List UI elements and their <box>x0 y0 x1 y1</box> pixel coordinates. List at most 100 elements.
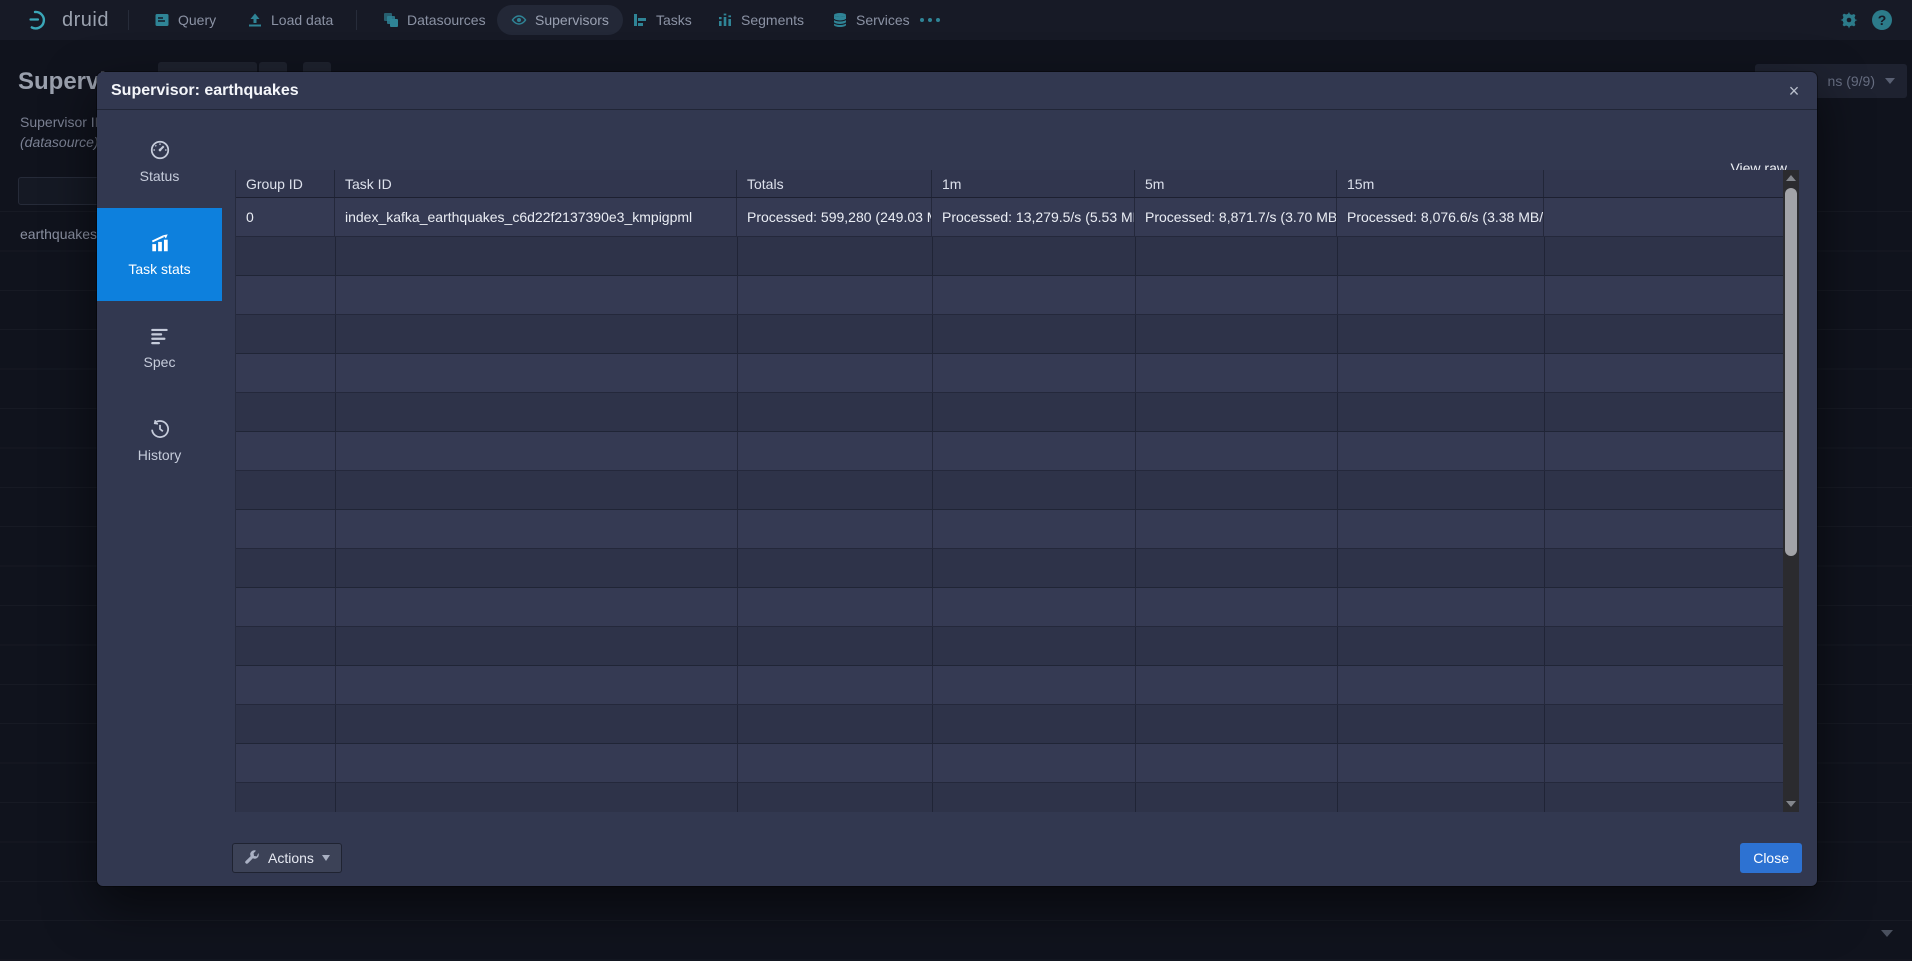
load-data-icon <box>247 12 263 28</box>
cell-totals: Processed: 599,280 (249.03 MB) <box>737 198 932 236</box>
query-icon <box>154 12 170 28</box>
background-button-fragment <box>259 62 287 72</box>
close-button[interactable]: Close <box>1740 843 1802 873</box>
nav-item-datasources[interactable]: Datasources <box>383 0 486 40</box>
nav-label: Tasks <box>656 12 692 28</box>
dialog-sidebar: Status Task stats Spec <box>97 110 222 886</box>
nav-label: Services <box>856 12 910 28</box>
brand-text: druid <box>62 9 109 32</box>
table-row <box>236 393 1784 432</box>
header-group-id[interactable]: Group ID <box>236 170 335 197</box>
scrollbar-thumb[interactable] <box>1785 188 1797 556</box>
table-row <box>236 276 1784 315</box>
background-caret-down-icon <box>1881 930 1893 937</box>
actions-button-label: Actions <box>268 850 314 866</box>
task-stats-chart-icon <box>149 232 171 254</box>
history-clock-icon <box>149 418 171 440</box>
header-15m[interactable]: 15m <box>1337 170 1544 197</box>
dialog-title: Supervisor: earthquakes <box>97 72 1817 110</box>
actions-button[interactable]: Actions <box>232 843 342 873</box>
nav-item-supervisors[interactable]: Supervisors <box>497 5 623 35</box>
table-row[interactable]: 0 index_kafka_earthquakes_c6d22f2137390e… <box>236 198 1784 237</box>
table-row <box>236 666 1784 705</box>
nav-label: Supervisors <box>535 12 609 28</box>
table-row <box>236 549 1784 588</box>
cell-5m: Processed: 8,871.7/s (3.70 MB/s) <box>1135 198 1337 236</box>
table-header-row: Group ID Task ID Totals 1m 5m 15m <box>236 170 1784 198</box>
tab-spec[interactable]: Spec <box>97 301 222 394</box>
table-row <box>236 705 1784 744</box>
chevron-down-icon <box>322 855 330 861</box>
more-icon <box>920 18 940 22</box>
table-row <box>236 744 1784 783</box>
druid-logo-icon <box>26 6 54 34</box>
settings-button[interactable] <box>1839 0 1859 40</box>
dialog-main: View raw Group ID Task ID Totals 1m 5m 1… <box>222 110 1817 886</box>
tab-status[interactable]: Status <box>97 115 222 208</box>
table-row <box>236 432 1784 471</box>
nav-divider <box>356 10 357 30</box>
supervisor-dialog: Supervisor: earthquakes × Status Task st… <box>97 72 1817 886</box>
close-icon[interactable]: × <box>1783 80 1805 102</box>
dialog-header: Supervisor: earthquakes × <box>97 72 1817 110</box>
header-task-id[interactable]: Task ID <box>335 170 737 197</box>
nav-item-tasks[interactable]: Tasks <box>632 0 692 40</box>
task-stats-table: Group ID Task ID Totals 1m 5m 15m 0 inde… <box>235 170 1799 812</box>
services-icon <box>832 12 848 28</box>
table-row <box>236 315 1784 354</box>
datasources-icon <box>383 12 399 28</box>
nav-item-services[interactable]: Services <box>832 0 910 40</box>
eye-icon <box>511 12 527 28</box>
table-row <box>236 783 1784 812</box>
status-gauge-icon <box>149 139 171 161</box>
druid-logo[interactable]: druid <box>26 0 109 40</box>
nav-divider <box>128 10 129 30</box>
nav-label: Query <box>178 12 216 28</box>
nav-item-segments[interactable]: Segments <box>717 0 804 40</box>
nav-label: Datasources <box>407 12 486 28</box>
tab-history[interactable]: History <box>97 394 222 487</box>
header-empty <box>1544 170 1784 197</box>
spec-align-left-icon <box>149 325 171 347</box>
cell-empty <box>1544 198 1784 236</box>
scrollbar-down-arrow[interactable] <box>1786 801 1796 807</box>
columns-dropdown-label: ns (9/9) <box>1828 73 1875 89</box>
tab-task-stats[interactable]: Task stats <box>97 208 222 301</box>
chevron-down-icon <box>1885 78 1895 84</box>
table-row <box>236 354 1784 393</box>
background-cell-datasource: earthquakes <box>20 226 97 242</box>
tab-label: Spec <box>144 354 176 370</box>
tab-label: Task stats <box>128 261 190 277</box>
header-totals[interactable]: Totals <box>737 170 932 197</box>
help-icon: ? <box>1872 10 1892 30</box>
segments-icon <box>717 12 733 28</box>
tab-label: History <box>138 447 182 463</box>
table-row <box>236 237 1784 276</box>
cell-group-id: 0 <box>236 198 335 236</box>
vertical-scrollbar[interactable] <box>1783 170 1799 812</box>
table-row <box>236 627 1784 666</box>
header-5m[interactable]: 5m <box>1135 170 1337 197</box>
top-nav: druid Query Load data Datasources Superv… <box>0 0 1912 40</box>
background-button-fragment <box>158 62 257 72</box>
background-button-fragment <box>303 62 331 72</box>
nav-label: Load data <box>271 12 333 28</box>
table-row <box>236 471 1784 510</box>
background-column-header: Supervisor ID <box>20 114 105 130</box>
tasks-icon <box>632 12 648 28</box>
cell-15m: Processed: 8,076.6/s (3.38 MB/s) <box>1337 198 1544 236</box>
cell-1m: Processed: 13,279.5/s (5.53 MB/s) <box>932 198 1135 236</box>
nav-more-button[interactable] <box>920 0 940 40</box>
wrench-icon <box>244 850 260 866</box>
table-row <box>236 588 1784 627</box>
header-1m[interactable]: 1m <box>932 170 1135 197</box>
nav-item-load-data[interactable]: Load data <box>247 0 333 40</box>
nav-item-query[interactable]: Query <box>154 0 216 40</box>
help-button[interactable]: ? <box>1872 0 1892 40</box>
nav-label: Segments <box>741 12 804 28</box>
table-row <box>236 510 1784 549</box>
background-column-subheader: (datasource) <box>20 134 99 150</box>
cell-task-id: index_kafka_earthquakes_c6d22f2137390e3_… <box>335 198 737 236</box>
scrollbar-up-arrow[interactable] <box>1786 175 1796 181</box>
gear-icon <box>1839 10 1859 30</box>
